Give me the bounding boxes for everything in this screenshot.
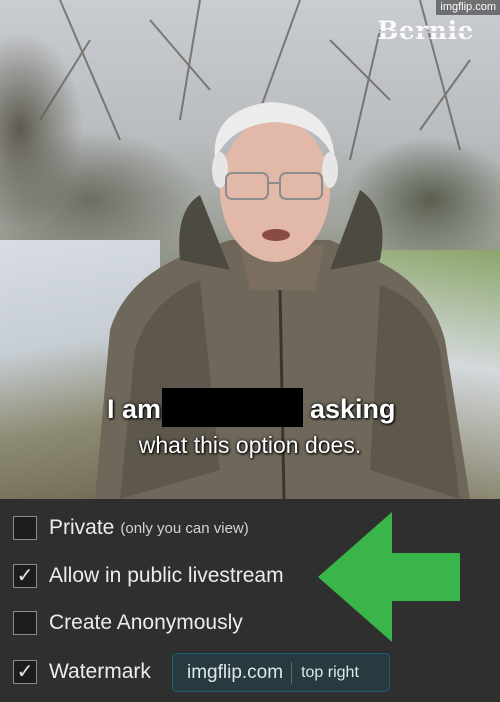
anonymous-checkbox[interactable] [13, 611, 37, 635]
option-watermark[interactable]: ✓ Watermark [13, 657, 151, 687]
watermark-text-input[interactable]: imgflip.com [173, 661, 293, 684]
checkmark-icon: ✓ [16, 565, 34, 587]
bernie-logo: Bernie [377, 16, 474, 45]
meme-image: I am asking what this option does. Berni… [0, 0, 500, 499]
redaction-bar [162, 388, 303, 427]
watermark-label: Watermark [49, 660, 151, 683]
watermark-position-select[interactable]: top right [292, 664, 359, 682]
option-anonymous[interactable]: Create Anonymously [13, 608, 243, 638]
watermark-checkbox[interactable]: ✓ [13, 660, 37, 684]
public-livestream-label: Allow in public livestream [49, 564, 284, 587]
option-private[interactable]: Private (only you can view) [13, 513, 249, 543]
anonymous-label: Create Anonymously [49, 611, 243, 634]
option-public-livestream[interactable]: ✓ Allow in public livestream [13, 561, 284, 591]
imgflip-watermark: imgflip.com [436, 0, 500, 15]
private-label: Private [49, 516, 115, 539]
meme-caption-start: I am [107, 394, 162, 424]
public-livestream-checkbox[interactable]: ✓ [13, 564, 37, 588]
checkmark-icon: ✓ [16, 661, 34, 683]
private-sublabel: (only you can view) [120, 519, 249, 537]
private-checkbox[interactable] [13, 516, 37, 540]
meme-caption-line2: what this option does. [138, 432, 362, 458]
meme-caption-end: asking [310, 394, 396, 424]
watermark-selector[interactable]: imgflip.com top right [172, 653, 390, 692]
